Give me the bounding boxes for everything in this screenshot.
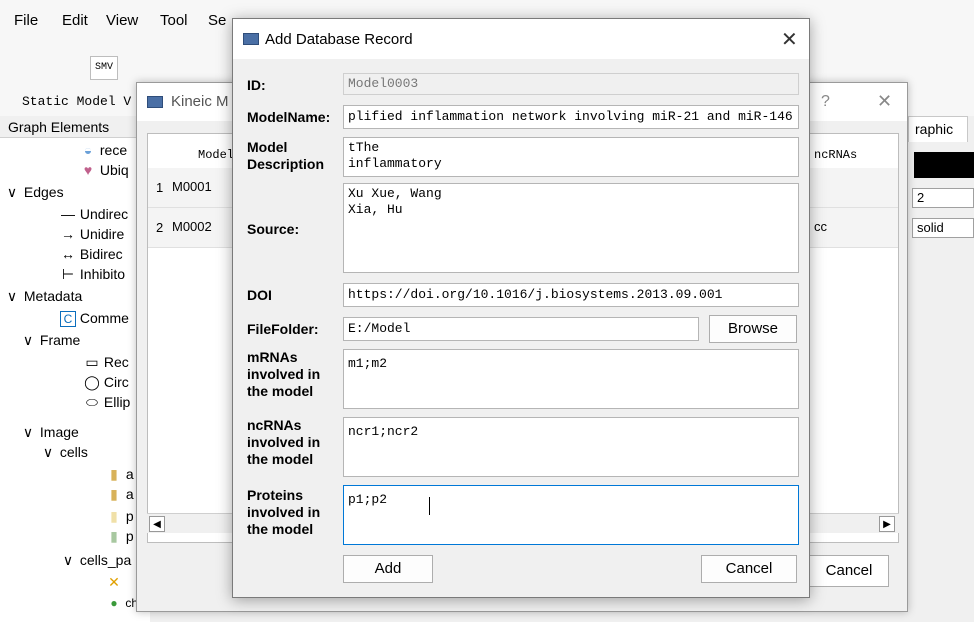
tree-item-ellipse[interactable]: ⬭ Ellip — [84, 394, 130, 411]
smv-button[interactable]: SMV — [90, 56, 118, 80]
dialog-title: Add Database Record — [265, 31, 413, 48]
unidirected-arrow-icon: → — [61, 226, 75, 242]
model-description-label: Model Description — [247, 139, 325, 172]
ellipse-icon: ⬭ — [86, 394, 98, 410]
tree-group-metadata[interactable]: ∨ Metadata — [4, 288, 82, 305]
tree-group-cells[interactable]: ∨ cells — [40, 444, 88, 461]
file-folder-field[interactable]: E:/Model — [343, 317, 699, 341]
menu-view[interactable]: View — [106, 12, 138, 29]
cancel-button[interactable]: Cancel — [701, 555, 797, 583]
static-model-label: Static Model V — [22, 94, 132, 109]
tree-item-rectangle[interactable]: ▭ Rec — [84, 354, 128, 371]
column-header-ncrnas[interactable]: ncRNAs — [814, 148, 857, 162]
graph-elements-tree: ◒ rece ♥ Ubiq ∨ Edges — Undirec → Unidir… — [0, 138, 150, 622]
comment-icon: C — [60, 311, 76, 327]
line-width-input[interactable]: 2 — [912, 188, 974, 208]
mrnas-field[interactable]: m1;m2 — [343, 349, 799, 409]
menu-tool[interactable]: Tool — [160, 12, 188, 29]
add-database-record-dialog: Add Database Record ✕ ID: Model0003 Mode… — [232, 18, 810, 598]
scroll-left-icon[interactable]: ◀ — [149, 516, 165, 532]
ncrnas-field[interactable]: ncr1;ncr2 — [343, 417, 799, 477]
kineic-cancel-button[interactable]: Cancel — [809, 555, 889, 587]
tree-item-comment[interactable]: C Comme — [60, 310, 129, 327]
chevron-down-icon: ∨ — [42, 444, 54, 460]
row-number: 2 — [156, 220, 164, 235]
proteins-label: Proteins involved in the model — [247, 487, 321, 537]
tree-item-undirected[interactable]: — Undirec — [60, 206, 128, 222]
doi-field[interactable]: https://doi.org/10.1016/j.biosystems.201… — [343, 283, 799, 307]
properties-panel — [908, 142, 974, 622]
chevron-down-icon: ∨ — [22, 332, 34, 348]
add-button[interactable]: Add — [343, 555, 433, 583]
undirected-line-icon: — — [61, 206, 75, 222]
chevron-down-icon: ∨ — [6, 288, 18, 304]
tree-item-unidirected[interactable]: → Unidire — [60, 226, 124, 242]
kineic-title: Kineic M — [171, 93, 229, 110]
column-header-model[interactable]: Model — [198, 148, 234, 162]
row-number: 1 — [156, 180, 164, 195]
close-icon[interactable]: ✕ — [781, 27, 798, 52]
close-icon[interactable]: ✕ — [877, 91, 892, 112]
tree-group-frame[interactable]: ∨ Frame — [20, 332, 80, 349]
tree-item-image[interactable]: ▮ p — [106, 508, 134, 525]
ubiquitin-icon: ♥ — [83, 162, 93, 178]
image-file-icon: ▮ — [110, 466, 118, 482]
tree-item-bidirected[interactable]: ↔ Bidirec — [60, 246, 123, 262]
inhibitor-line-icon: ⊢ — [61, 266, 75, 282]
model-description-field[interactable]: tThe inflammatory — [343, 137, 799, 177]
file-folder-label: FileFolder: — [247, 321, 319, 337]
tree-item-circle[interactable]: ◯ Circ — [84, 374, 129, 391]
tree-item-pathway[interactable]: ✕ — [106, 574, 122, 591]
text-caret — [429, 497, 430, 515]
rectangle-icon: ▭ — [85, 354, 99, 370]
source-field[interactable]: Xu Xue, Wang Xia, Hu — [343, 183, 799, 273]
graph-elements-header: Graph Elements — [0, 116, 150, 138]
id-label: ID: — [247, 77, 266, 93]
app-icon — [147, 96, 163, 108]
model-id-cell: M0002 — [172, 219, 212, 234]
tree-group-edges[interactable]: ∨ Edges — [4, 184, 64, 201]
proteins-field[interactable]: p1;p2 — [343, 485, 799, 545]
image-file-icon: ▮ — [110, 528, 118, 544]
bidirected-arrow-icon: ↔ — [61, 246, 75, 262]
model-id-cell: M0001 — [172, 179, 212, 194]
model-name-label: ModelName: — [247, 109, 331, 125]
app-icon — [243, 33, 259, 45]
chevron-down-icon: ∨ — [62, 552, 74, 568]
model-name-field[interactable]: plified inflammation network involving m… — [343, 105, 799, 129]
tree-item-ubiquitin[interactable]: ♥ Ubiq — [80, 162, 129, 178]
tree-item-image[interactable]: ▮ a — [106, 466, 134, 483]
dialog-titlebar: Add Database Record ✕ — [233, 19, 809, 59]
receptor-icon: ◒ — [83, 142, 93, 158]
id-field: Model0003 — [343, 73, 799, 95]
help-icon[interactable]: ? — [821, 93, 830, 111]
color-swatch[interactable] — [914, 152, 974, 178]
circle-icon: ◯ — [84, 374, 100, 390]
ncrnas-label: ncRNAs involved in the model — [247, 417, 321, 467]
image-file-icon: ▮ — [110, 508, 118, 524]
scroll-right-icon[interactable]: ▶ — [879, 516, 895, 532]
doi-label: DOI — [247, 287, 272, 303]
pathway-icon: ✕ — [108, 574, 120, 590]
menu-search[interactable]: Se — [208, 12, 226, 29]
chloroplast-icon: ● — [110, 596, 118, 610]
image-file-icon: ▮ — [110, 486, 118, 502]
source-label: Source: — [247, 221, 300, 237]
ncrnas-cell: cc — [814, 219, 827, 234]
tree-group-image[interactable]: ∨ Image — [20, 424, 79, 441]
browse-button[interactable]: Browse — [709, 315, 797, 343]
chevron-down-icon: ∨ — [6, 184, 18, 200]
menu-edit[interactable]: Edit — [62, 12, 88, 29]
line-style-select[interactable]: solid — [912, 218, 974, 238]
tree-item-image[interactable]: ▮ a — [106, 486, 134, 503]
tree-item-inhibitor[interactable]: ⊢ Inhibito — [60, 266, 125, 283]
tree-item-image[interactable]: ▮ p — [106, 528, 134, 545]
tree-item-receptor[interactable]: ◒ rece — [80, 142, 127, 158]
mrnas-label: mRNAs involved in the model — [247, 349, 321, 399]
tab-graphic[interactable]: raphic — [908, 116, 968, 142]
chevron-down-icon: ∨ — [22, 424, 34, 440]
menu-file[interactable]: File — [14, 12, 38, 29]
tree-group-cells-pathway[interactable]: ∨ cells_pa — [60, 552, 131, 569]
